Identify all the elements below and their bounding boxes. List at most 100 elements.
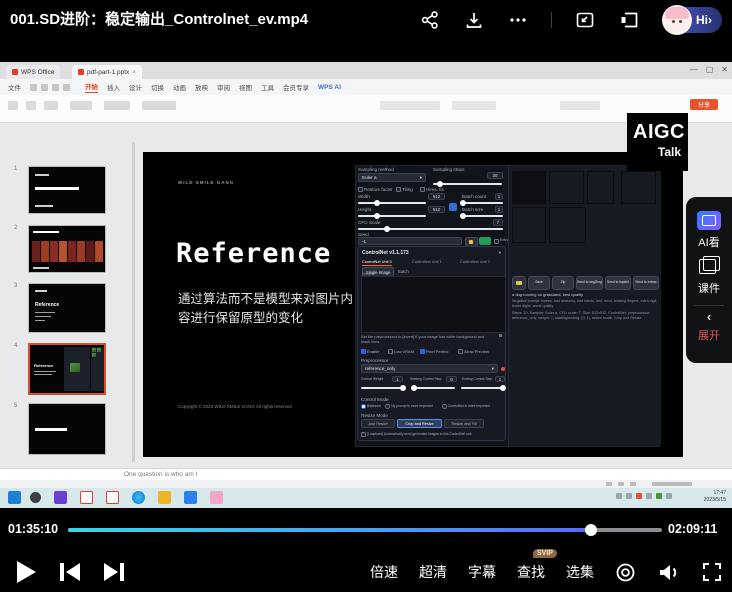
episodes-button[interactable]: 选集 bbox=[566, 562, 594, 582]
width-slider[interactable] bbox=[358, 202, 426, 204]
menu-insert[interactable]: 插入 bbox=[107, 82, 120, 92]
tray-icon[interactable] bbox=[636, 493, 642, 499]
menu-slideshow[interactable]: 放映 bbox=[195, 82, 208, 92]
end-step-slider[interactable] bbox=[461, 387, 505, 389]
view-icon[interactable] bbox=[606, 482, 612, 486]
tiling-checkbox[interactable] bbox=[396, 187, 401, 192]
input-dog-image[interactable] bbox=[402, 279, 462, 330]
end-step-value[interactable]: 1 bbox=[495, 376, 505, 382]
download-icon[interactable] bbox=[463, 9, 485, 31]
ai-watch-icon[interactable] bbox=[697, 211, 721, 230]
pixel-perfect-checkbox[interactable] bbox=[420, 349, 425, 354]
menu-animation[interactable]: 动画 bbox=[173, 82, 186, 92]
picture-in-picture-icon[interactable] bbox=[574, 9, 596, 31]
gallery-image-2[interactable] bbox=[587, 171, 614, 204]
sampling-steps-value[interactable]: 20 bbox=[487, 172, 503, 179]
slide-thumbnail-1[interactable] bbox=[28, 166, 106, 214]
slide-thumbnail-4-current[interactable]: Reference bbox=[28, 343, 106, 395]
resize-and-fill-button[interactable]: Resize and Fill bbox=[444, 419, 484, 428]
controlnet-unit0-tab[interactable]: ControlNet Unit 0 bbox=[362, 259, 392, 266]
tray-icon[interactable] bbox=[666, 493, 672, 499]
close-tab-icon[interactable]: × bbox=[132, 69, 136, 76]
start-step-slider[interactable] bbox=[413, 387, 455, 389]
controlnet-unit1-tab[interactable]: ControlNet Unit 1 bbox=[412, 259, 442, 264]
minimize-icon[interactable]: — bbox=[690, 65, 698, 74]
zoom-slider[interactable] bbox=[652, 482, 692, 486]
tray-icon[interactable] bbox=[646, 493, 652, 499]
toolbar-icon[interactable] bbox=[560, 101, 600, 110]
play-button[interactable] bbox=[14, 559, 38, 585]
menu-view[interactable]: 视图 bbox=[239, 82, 252, 92]
slide-thumbnail-5[interactable] bbox=[28, 403, 106, 455]
low-vram-checkbox[interactable] bbox=[388, 349, 393, 354]
batch-size-value[interactable]: 1 bbox=[495, 206, 503, 213]
toolbar-icon[interactable] bbox=[142, 101, 176, 110]
previous-button[interactable] bbox=[58, 561, 82, 583]
width-value[interactable]: 512 bbox=[428, 193, 445, 200]
save-icon[interactable] bbox=[30, 84, 37, 91]
toolbar-icon[interactable] bbox=[104, 101, 130, 110]
camera-icon[interactable] bbox=[499, 334, 502, 337]
pink-app-icon[interactable] bbox=[210, 491, 223, 504]
toolbar-icon[interactable] bbox=[70, 101, 92, 110]
sampling-steps-slider[interactable] bbox=[433, 183, 502, 185]
slide-thumbnail-3[interactable]: Reference bbox=[28, 283, 106, 333]
search-icon[interactable] bbox=[30, 492, 41, 503]
ai-watch-label[interactable]: AI看 bbox=[686, 234, 732, 250]
crop-and-resize-button[interactable]: Crop and Resize bbox=[397, 419, 442, 428]
mini-window-icon[interactable] bbox=[618, 9, 640, 31]
progress-bar[interactable] bbox=[68, 528, 662, 532]
progress-thumb[interactable] bbox=[585, 524, 597, 536]
wps-app-icon[interactable] bbox=[80, 491, 93, 504]
gallery-image-1[interactable] bbox=[549, 171, 584, 204]
extra-seed-checkbox[interactable] bbox=[494, 239, 499, 244]
prompt-important-radio[interactable] bbox=[385, 404, 390, 409]
height-slider[interactable] bbox=[358, 215, 426, 217]
preprocessor-dropdown[interactable]: reference_only▾ bbox=[361, 364, 498, 373]
collapse-chevron-icon[interactable]: ‹ bbox=[686, 309, 732, 324]
wps-share-button[interactable]: 分享 bbox=[690, 99, 718, 110]
speed-button[interactable]: 倍速 bbox=[370, 562, 398, 582]
video-player-app-icon[interactable] bbox=[54, 491, 67, 504]
menu-member[interactable]: 会员专享 bbox=[283, 82, 309, 92]
account-button[interactable]: Hi › bbox=[662, 7, 722, 33]
slide-thumbnail-2[interactable] bbox=[28, 225, 106, 273]
gallery-image-3[interactable] bbox=[621, 171, 656, 204]
file-explorer-icon[interactable] bbox=[158, 491, 171, 504]
run-preprocessor-dot[interactable] bbox=[501, 367, 505, 371]
wps-app-icon-2[interactable] bbox=[106, 491, 119, 504]
gallery-image-4[interactable] bbox=[512, 207, 546, 243]
tray-icon[interactable] bbox=[616, 493, 622, 499]
loopback-checkbox[interactable] bbox=[361, 432, 366, 437]
view-icon[interactable] bbox=[630, 482, 636, 486]
menu-wps-ai[interactable]: WPS AI bbox=[318, 84, 341, 91]
toolbar-icon[interactable] bbox=[380, 101, 440, 110]
toolbar-icon[interactable] bbox=[8, 101, 18, 110]
menu-transition[interactable]: 切换 bbox=[151, 82, 164, 92]
quality-button[interactable]: 超清 bbox=[419, 562, 447, 582]
wps-home-tab[interactable]: WPS Office bbox=[6, 65, 60, 79]
fullscreen-icon[interactable] bbox=[702, 562, 722, 582]
send-to-extras-button[interactable]: Send to extras bbox=[633, 276, 659, 290]
save-button[interactable]: Save bbox=[528, 276, 550, 290]
courseware-icon[interactable] bbox=[699, 259, 716, 274]
batch-tab[interactable]: Batch bbox=[398, 269, 409, 274]
hires-fix-checkbox[interactable] bbox=[420, 187, 425, 192]
menu-design[interactable]: 设计 bbox=[129, 82, 142, 92]
batch-count-value[interactable]: 1 bbox=[495, 193, 503, 200]
collapse-chevron-icon[interactable]: ▾ bbox=[499, 250, 501, 256]
control-weight-slider[interactable] bbox=[361, 387, 405, 389]
expand-label[interactable]: 展开 bbox=[686, 327, 732, 343]
controlnet-image-area[interactable] bbox=[361, 276, 506, 333]
toolbar-icon[interactable] bbox=[26, 101, 36, 110]
edge-browser-icon[interactable] bbox=[132, 491, 145, 504]
gallery-grid-thumbnail[interactable] bbox=[512, 171, 546, 204]
tray-icon[interactable] bbox=[656, 493, 662, 499]
allow-preview-checkbox[interactable] bbox=[458, 349, 463, 354]
batch-count-slider[interactable] bbox=[462, 202, 503, 204]
reuse-seed-button[interactable] bbox=[479, 237, 491, 245]
control-weight-value[interactable]: 1 bbox=[392, 376, 403, 382]
controlnet-header[interactable]: ControlNet v1.1.173 bbox=[362, 250, 409, 256]
balanced-radio[interactable] bbox=[361, 404, 366, 409]
zip-button[interactable]: Zip bbox=[552, 276, 574, 290]
